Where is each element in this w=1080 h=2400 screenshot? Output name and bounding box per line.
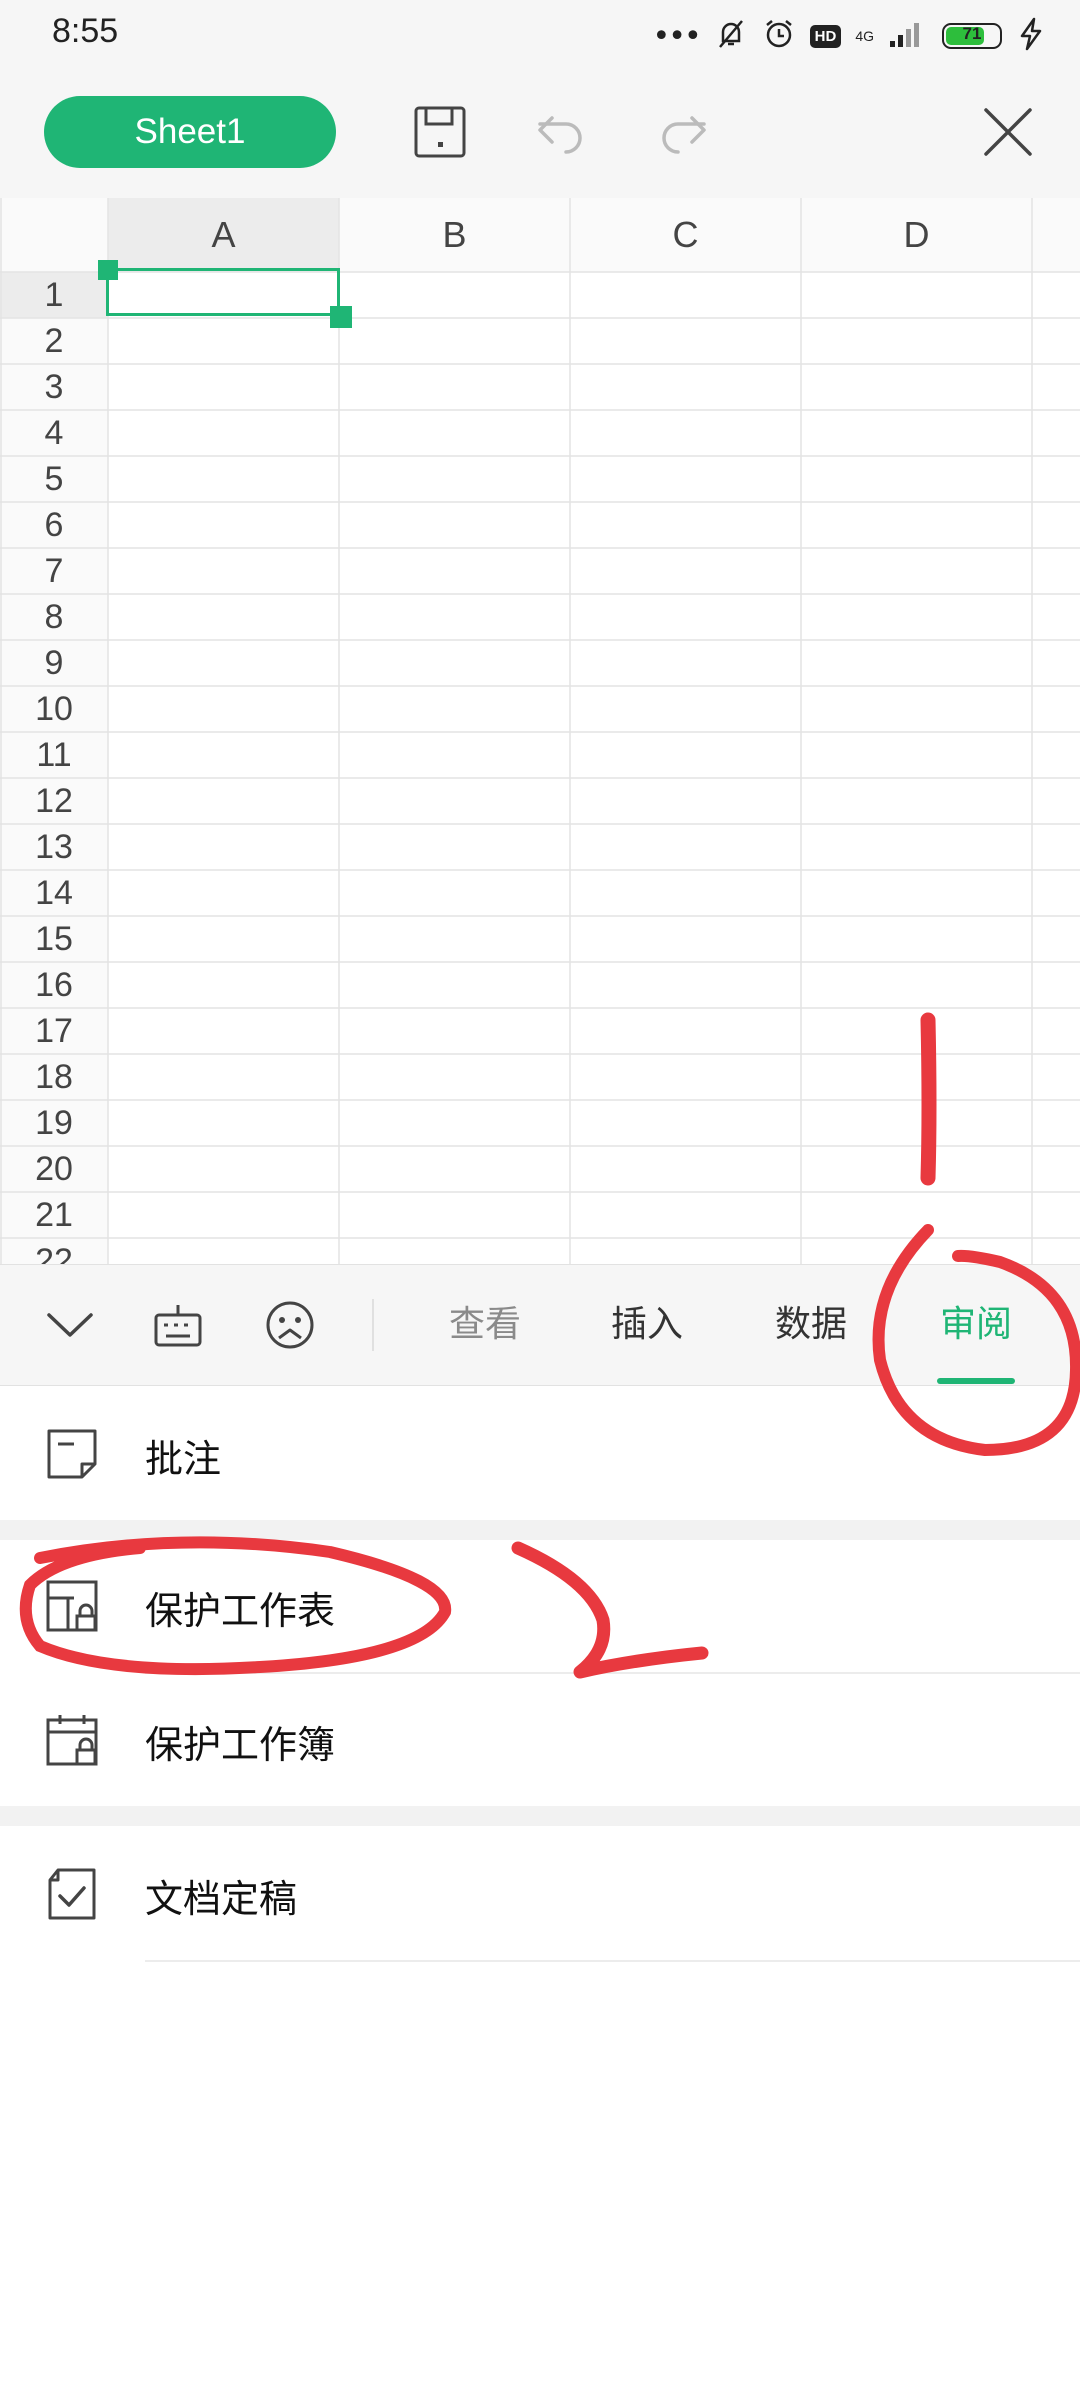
row-header-19[interactable]: 19 [0,1100,108,1146]
row-header-4[interactable]: 4 [0,410,108,456]
menu-item-protect-sheet[interactable]: 保护工作表 [0,1540,1080,1672]
selection-handle-top-left[interactable] [98,260,118,280]
tab-view[interactable]: 查看 [440,1295,530,1355]
menu-label-comment: 批注 [145,1437,222,1481]
column-header-c[interactable]: C [570,198,801,272]
row-header-18[interactable]: 18 [0,1054,108,1100]
grid-lines [0,198,1080,1264]
section-gap [0,1520,1080,1540]
tab-separator [372,1299,374,1351]
tab-insert[interactable]: 插入 [602,1295,692,1355]
signal-icon [888,19,928,53]
row-header-1[interactable]: 1 [0,272,108,318]
hd-badge: HD [809,24,842,48]
menu-item-protect-workbook[interactable]: 保护工作簿 [0,1674,1080,1806]
menu-item-finalize-document[interactable]: 文档定稿 [0,1826,1080,1960]
undo-icon[interactable] [530,100,594,164]
tab-data[interactable]: 数据 [766,1295,856,1355]
row-header-20[interactable]: 20 [0,1146,108,1192]
selected-cell-a1[interactable] [106,268,340,316]
protect-workbook-icon [40,1708,104,1772]
menu-label-finalize-document: 文档定稿 [145,1877,298,1921]
column-header-a[interactable]: A [108,198,339,272]
comment-icon [40,1422,104,1486]
active-tab-indicator [937,1378,1015,1384]
row-header-14[interactable]: 14 [0,870,108,916]
spreadsheet-grid[interactable]: ABCD 1 2 3 4 5 6 7 8 9 10 11 12 13 14 15 16 17 18 19 20 21 22 [0,198,1080,1264]
column-header-d[interactable]: D [801,198,1032,272]
tab-review[interactable]: 审阅 [931,1295,1021,1355]
row-header-13[interactable]: 13 [0,824,108,870]
divider [145,1960,1080,1962]
battery-icon: 71 [942,23,1002,49]
mute-icon [714,17,748,55]
status-icons: ••• HD 4G 71 [653,14,1046,58]
column-header-b[interactable]: B [339,198,570,272]
selection-handle-bottom-right[interactable] [330,306,352,328]
network-type: 4G [855,28,874,44]
row-header-2[interactable]: 2 [0,318,108,364]
row-header-9[interactable]: 9 [0,640,108,686]
charging-icon [1016,17,1046,55]
section-gap [0,1806,1080,1826]
status-time: 8:55 [52,12,119,50]
row-header-22[interactable]: 22 [0,1238,108,1264]
top-toolbar: Sheet1 [0,72,1080,198]
save-icon[interactable] [408,100,472,164]
row-header-7[interactable]: 7 [0,548,108,594]
redo-icon[interactable] [650,100,714,164]
row-header-17[interactable]: 17 [0,1008,108,1054]
row-header-3[interactable]: 3 [0,364,108,410]
close-icon[interactable] [976,100,1040,164]
row-header-10[interactable]: 10 [0,686,108,732]
menu-label-protect-workbook: 保护工作簿 [145,1723,336,1767]
protect-sheet-icon [40,1574,104,1638]
menu-label-protect-sheet: 保护工作表 [145,1589,336,1633]
sheet-name-button[interactable]: Sheet1 [44,96,336,168]
collapse-chevron-icon[interactable] [38,1293,102,1357]
more-notifications-icon: ••• [652,18,702,54]
assistant-icon[interactable] [258,1293,322,1357]
ribbon-tab-bar: 查看 插入 数据 审阅 [0,1264,1080,1386]
finalize-doc-icon [40,1862,104,1926]
menu-item-comment[interactable]: 批注 [0,1386,1080,1520]
status-bar: 8:55 ••• HD 4G 71 [0,0,1080,72]
alarm-icon [762,17,796,55]
row-header-12[interactable]: 12 [0,778,108,824]
row-header-21[interactable]: 21 [0,1192,108,1238]
battery-level: 71 [962,24,982,43]
keyboard-icon[interactable] [146,1293,210,1357]
row-header-15[interactable]: 15 [0,916,108,962]
row-header-5[interactable]: 5 [0,456,108,502]
row-header-16[interactable]: 16 [0,962,108,1008]
row-header-6[interactable]: 6 [0,502,108,548]
row-header-8[interactable]: 8 [0,594,108,640]
row-header-11[interactable]: 11 [0,732,108,778]
